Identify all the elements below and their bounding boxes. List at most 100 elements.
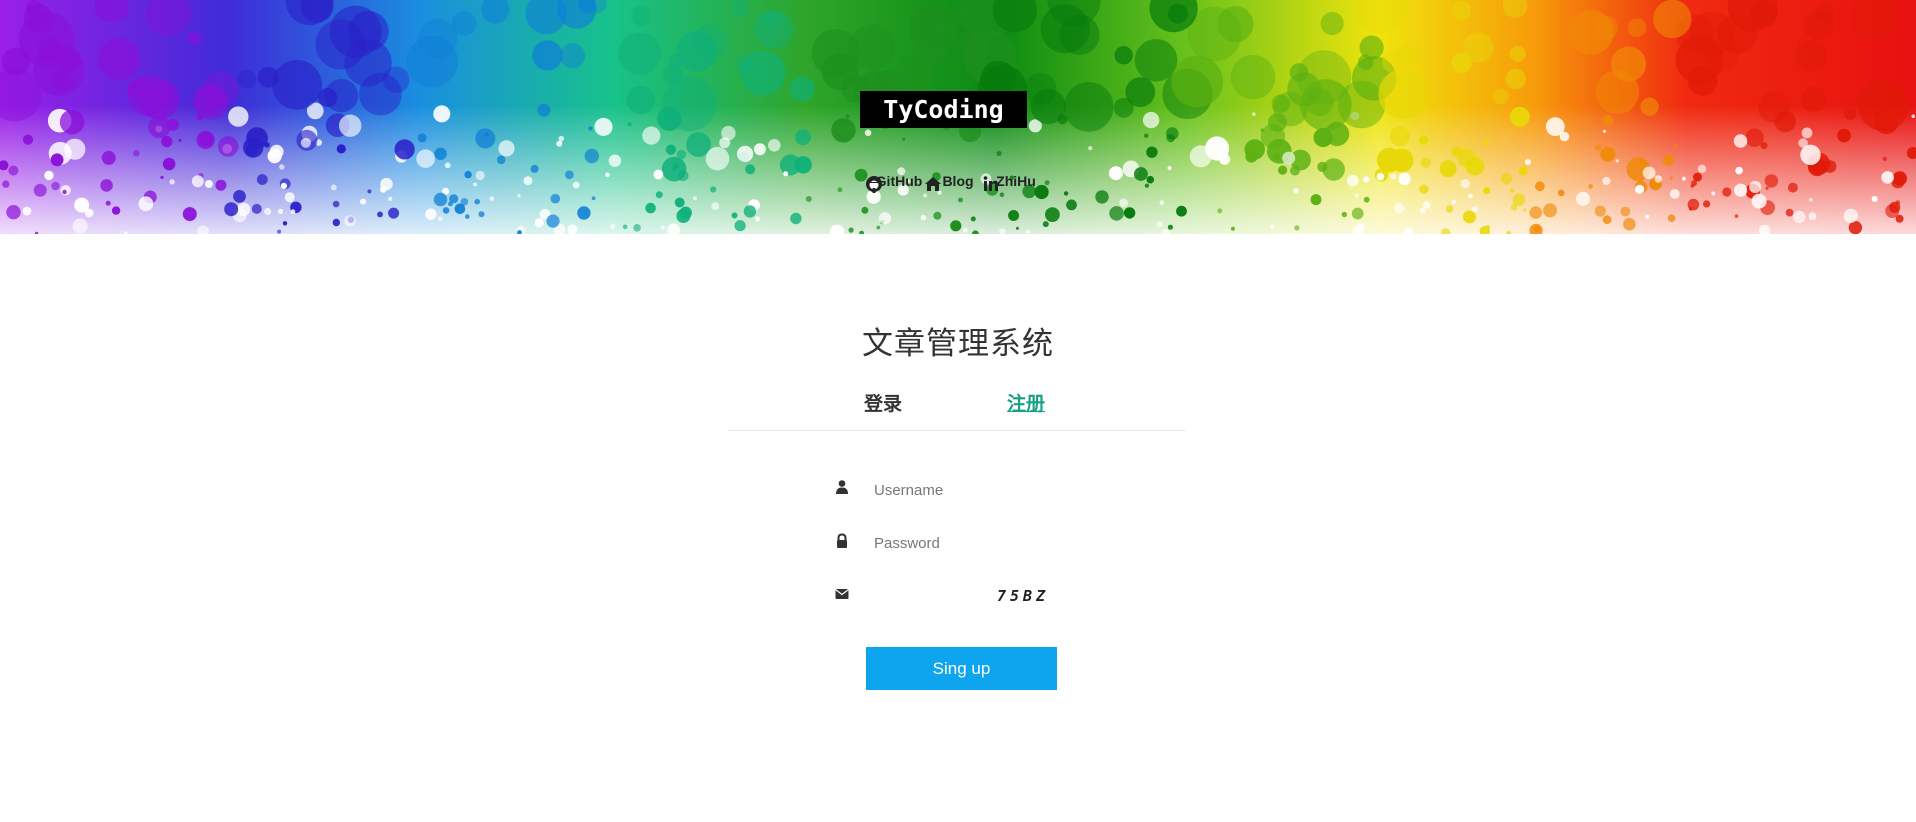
paint-splat — [160, 175, 164, 179]
paint-splat — [768, 139, 781, 152]
paint-splat — [1492, 88, 1509, 105]
zhihu-link[interactable]: ZhiHu — [981, 174, 1051, 191]
paint-splat — [50, 153, 64, 167]
captcha-input[interactable] — [866, 582, 1002, 610]
paint-splat — [460, 198, 469, 206]
paint-splat — [62, 189, 67, 195]
paint-splat — [1063, 82, 1114, 132]
paint-splat — [8, 165, 19, 176]
paint-splat — [1640, 97, 1659, 116]
paint-splat — [277, 208, 284, 214]
paint-splat — [674, 197, 685, 208]
password-input[interactable] — [866, 529, 1112, 557]
paint-splat — [523, 176, 533, 186]
paint-splat — [1809, 197, 1813, 202]
paint-splat — [228, 106, 249, 127]
paint-splat — [442, 207, 450, 214]
paint-splat — [864, 129, 872, 137]
paint-splat — [783, 171, 789, 177]
paint-splat — [64, 138, 86, 160]
paint-splat — [1483, 187, 1491, 195]
paint-splat — [336, 144, 346, 154]
paint-splat — [1463, 210, 1476, 224]
paint-splat — [489, 196, 495, 202]
paint-splat — [1066, 199, 1077, 211]
paint-splat — [1843, 208, 1858, 223]
paint-splat — [1359, 35, 1384, 60]
paint-splat — [388, 196, 393, 201]
paint-splat — [577, 206, 591, 220]
paint-splat — [1911, 114, 1916, 119]
paint-splat — [72, 218, 88, 234]
paint-splat — [794, 156, 812, 174]
paint-splat — [1320, 11, 1344, 36]
paint-splat — [753, 9, 793, 49]
paint-splat — [417, 133, 427, 143]
paint-splat — [956, 29, 991, 64]
paint-splat — [795, 129, 811, 146]
paint-splat — [272, 59, 322, 110]
paint-splat — [878, 212, 892, 225]
paint-splat — [609, 223, 616, 230]
paint-splat — [279, 164, 285, 170]
paint-splat — [530, 164, 539, 173]
paint-splat — [1871, 196, 1878, 202]
paint-splat — [1785, 208, 1794, 217]
paint-splat — [622, 224, 628, 230]
captcha-image[interactable]: 75BZ — [997, 587, 1049, 605]
paint-splat — [191, 175, 204, 188]
tab-register[interactable]: 注册 — [1007, 389, 1045, 416]
paint-splat — [1795, 40, 1827, 72]
paint-splat — [1844, 108, 1857, 121]
paint-splat — [246, 144, 258, 157]
paint-splat — [187, 30, 202, 46]
paint-splat — [1703, 200, 1711, 208]
paint-splat — [608, 154, 622, 167]
paint-splat — [1294, 225, 1300, 231]
paint-splat — [1803, 10, 1834, 41]
paint-splat — [645, 202, 656, 214]
paint-splat — [1063, 191, 1069, 196]
paint-splat — [1687, 198, 1700, 211]
paint-splat — [1025, 229, 1030, 234]
paint-splat — [1690, 184, 1695, 188]
paint-splat — [425, 208, 437, 220]
paint-splat — [1278, 165, 1288, 175]
paint-splat — [204, 180, 213, 188]
paint-splat — [465, 214, 470, 219]
paint-splat — [330, 184, 337, 191]
paint-splat — [1667, 214, 1676, 222]
paint-splat — [377, 211, 383, 218]
paint-splat — [1889, 201, 1901, 213]
paint-splat — [199, 132, 213, 146]
paint-splat — [1341, 211, 1348, 218]
envelope-icon — [835, 589, 849, 599]
paint-splat — [740, 50, 786, 96]
paint-splat — [693, 196, 698, 201]
paint-splat — [1460, 179, 1470, 189]
username-input[interactable] — [866, 476, 1112, 504]
paint-splat — [1623, 217, 1636, 231]
paint-splat — [1134, 167, 1148, 181]
paint-splat — [1808, 212, 1817, 221]
paint-splat — [711, 202, 720, 211]
paint-splat — [1745, 128, 1764, 147]
tab-login[interactable]: 登录 — [864, 389, 902, 416]
user-icon — [836, 480, 848, 494]
paint-splat — [416, 149, 435, 168]
paint-splat — [100, 179, 113, 192]
paint-splat — [478, 211, 485, 218]
paint-splat — [1317, 161, 1328, 172]
paint-splat — [1669, 176, 1674, 180]
paint-splat — [1217, 208, 1223, 214]
paint-splat — [1230, 226, 1235, 231]
paint-splat — [677, 170, 689, 182]
signup-button[interactable]: Sing up — [866, 647, 1057, 690]
paint-splat — [1543, 203, 1557, 218]
paint-splat — [1457, 148, 1476, 168]
paint-splat — [1594, 144, 1602, 151]
paint-splat — [1346, 174, 1359, 187]
paint-splat — [1146, 146, 1158, 158]
paint-splat — [1293, 188, 1299, 194]
paint-splat — [1610, 46, 1647, 82]
